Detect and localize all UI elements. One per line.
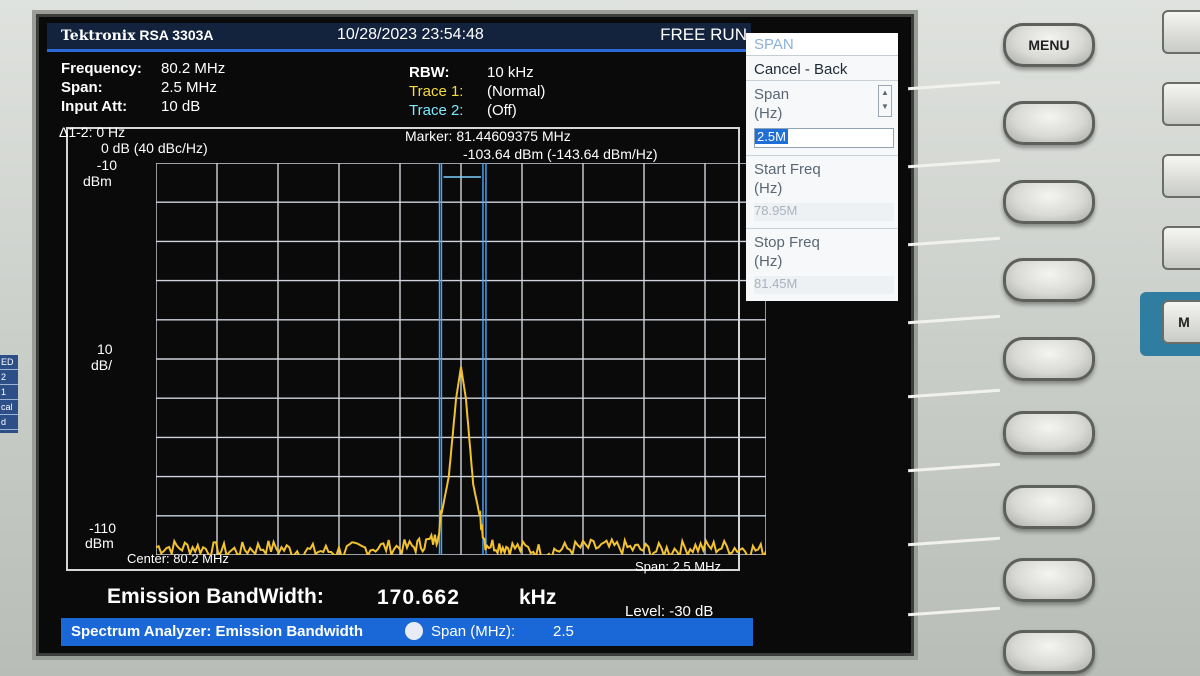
right-panel-key[interactable] (1162, 154, 1200, 198)
cancel-back-button[interactable]: Cancel - Back (746, 57, 898, 81)
header-bar: Tektronix RSA 3303A 10/28/2023 23:54:48 … (47, 23, 751, 52)
strip-text: d (0, 415, 18, 430)
param-row: Trace 2: (Off) (409, 101, 545, 120)
graph-grid (156, 163, 766, 555)
marker-frequency: Marker: 81.44609375 MHz (405, 128, 571, 144)
span-spinner[interactable]: ▲ ▼ (878, 85, 892, 117)
span-value: 2.5M (755, 129, 788, 144)
span-label: Span (754, 86, 790, 103)
softkey-8[interactable] (1003, 630, 1095, 674)
span-label: Span: 2.5 MHz (635, 559, 721, 574)
trace2-value: (Off) (487, 102, 517, 119)
left-indicator-strip: ED 2 1 cal d (0, 355, 18, 433)
spectrum-graph (156, 163, 766, 555)
softkey-7[interactable] (1003, 558, 1095, 602)
strip-text: 2 (0, 370, 18, 385)
scale-unit: dB/ (91, 357, 113, 373)
emission-bandwidth-value: 170.662 (377, 586, 460, 609)
ref-top-value: -10 (96, 157, 117, 173)
param-value: 80.2 MHz (161, 60, 226, 77)
delta-level: 0 dB (40 dBc/Hz) (101, 140, 208, 156)
param-key: Frequency: (61, 60, 142, 77)
span-unit: (Hz) (754, 105, 783, 122)
knob-icon (405, 622, 423, 640)
trace1-value: (Normal) (487, 83, 546, 100)
mode-label: Spectrum Analyzer: Emission Bandwidth (71, 623, 363, 640)
ref-bottom-unit: dBm (85, 535, 114, 551)
stop-freq-softkey[interactable]: Stop Freq (Hz) 81.45M (746, 229, 898, 301)
status-span-value: 2.5 (553, 623, 574, 640)
softkey-4[interactable] (1003, 337, 1095, 381)
ref-top-unit: dBm (83, 173, 112, 189)
model-name: RSA 3303A (139, 27, 214, 43)
strip-text: ED (0, 355, 18, 370)
param-row: RBW: 10 kHz (409, 63, 545, 82)
rbw-key: RBW: (409, 64, 450, 81)
span-input[interactable]: 2.5M (754, 128, 894, 148)
status-bar: Spectrum Analyzer: Emission Bandwidth Sp… (61, 618, 753, 646)
param-key: Span: (61, 79, 103, 96)
stop-freq-label: Stop Freq (754, 234, 820, 251)
softkey-2[interactable] (1003, 180, 1095, 224)
stop-freq-unit: (Hz) (754, 253, 783, 270)
param-row: Frequency: 80.2 MHz (61, 59, 225, 78)
softkey-1[interactable] (1003, 101, 1095, 145)
trace2-key: Trace 2: (409, 102, 464, 119)
emission-bandwidth-label: Emission BandWidth: (107, 585, 324, 608)
start-freq-field[interactable]: 78.95M (754, 203, 894, 221)
emission-bandwidth-unit: kHz (519, 586, 557, 609)
strip-text: cal (0, 400, 18, 415)
param-key: Input Att: (61, 98, 128, 115)
softkey-3[interactable] (1003, 258, 1095, 302)
right-panel-key[interactable] (1162, 10, 1200, 54)
rbw-value: 10 kHz (487, 64, 534, 81)
param-row: Trace 1: (Normal) (409, 82, 545, 101)
side-menu-title: SPAN (754, 36, 794, 53)
param-row: Input Att: 10 dB (61, 97, 225, 116)
ref-bottom-value: -110 (89, 520, 116, 536)
strip-text: 1 (0, 385, 18, 400)
right-panel-key[interactable] (1162, 82, 1200, 126)
softkey-6[interactable] (1003, 485, 1095, 529)
scale-value: 10 (97, 341, 113, 357)
params-right: RBW: 10 kHz Trace 1: (Normal) Trace 2: (Off… (409, 63, 545, 120)
side-menu: SPAN Cancel - Back Span (Hz) 2.5M ▲ ▼ Sta… (746, 33, 898, 301)
menu-button[interactable]: MENU (1003, 23, 1095, 67)
run-state: FREE RUN (660, 25, 747, 44)
display-screen: Tektronix RSA 3303A 10/28/2023 23:54:48 … (36, 14, 914, 656)
softkey-5[interactable] (1003, 411, 1095, 455)
trace1-key: Trace 1: (409, 83, 464, 100)
param-row: Span: 2.5 MHz (61, 78, 225, 97)
start-freq-unit: (Hz) (754, 180, 783, 197)
params-left: Frequency: 80.2 MHz Span: 2.5 MHz Input At… (61, 59, 225, 116)
right-panel-key-m[interactable]: M (1162, 300, 1200, 344)
start-freq-softkey[interactable]: Start Freq (Hz) 78.95M (746, 156, 898, 229)
delta-label: Δ1-2: 0 Hz (59, 124, 126, 140)
span-softkey[interactable]: Span (Hz) 2.5M (746, 82, 898, 156)
status-span-label: Span (MHz): (431, 623, 516, 640)
marker-level: -103.64 dBm (-143.64 dBm/Hz) (463, 146, 658, 162)
param-value: 10 dB (161, 98, 201, 115)
right-panel-key[interactable] (1162, 226, 1200, 270)
start-freq-label: Start Freq (754, 161, 821, 178)
stop-freq-field[interactable]: 81.45M (754, 276, 894, 294)
brand-label: Tektronix RSA 3303A (61, 27, 214, 44)
param-value: 2.5 MHz (161, 79, 217, 96)
brand-name: Tektronix (61, 28, 136, 44)
measurement-bar: Emission BandWidth: 170.662 kHz Level: -… (47, 577, 739, 621)
datetime: 10/28/2023 23:54:48 (337, 26, 484, 43)
